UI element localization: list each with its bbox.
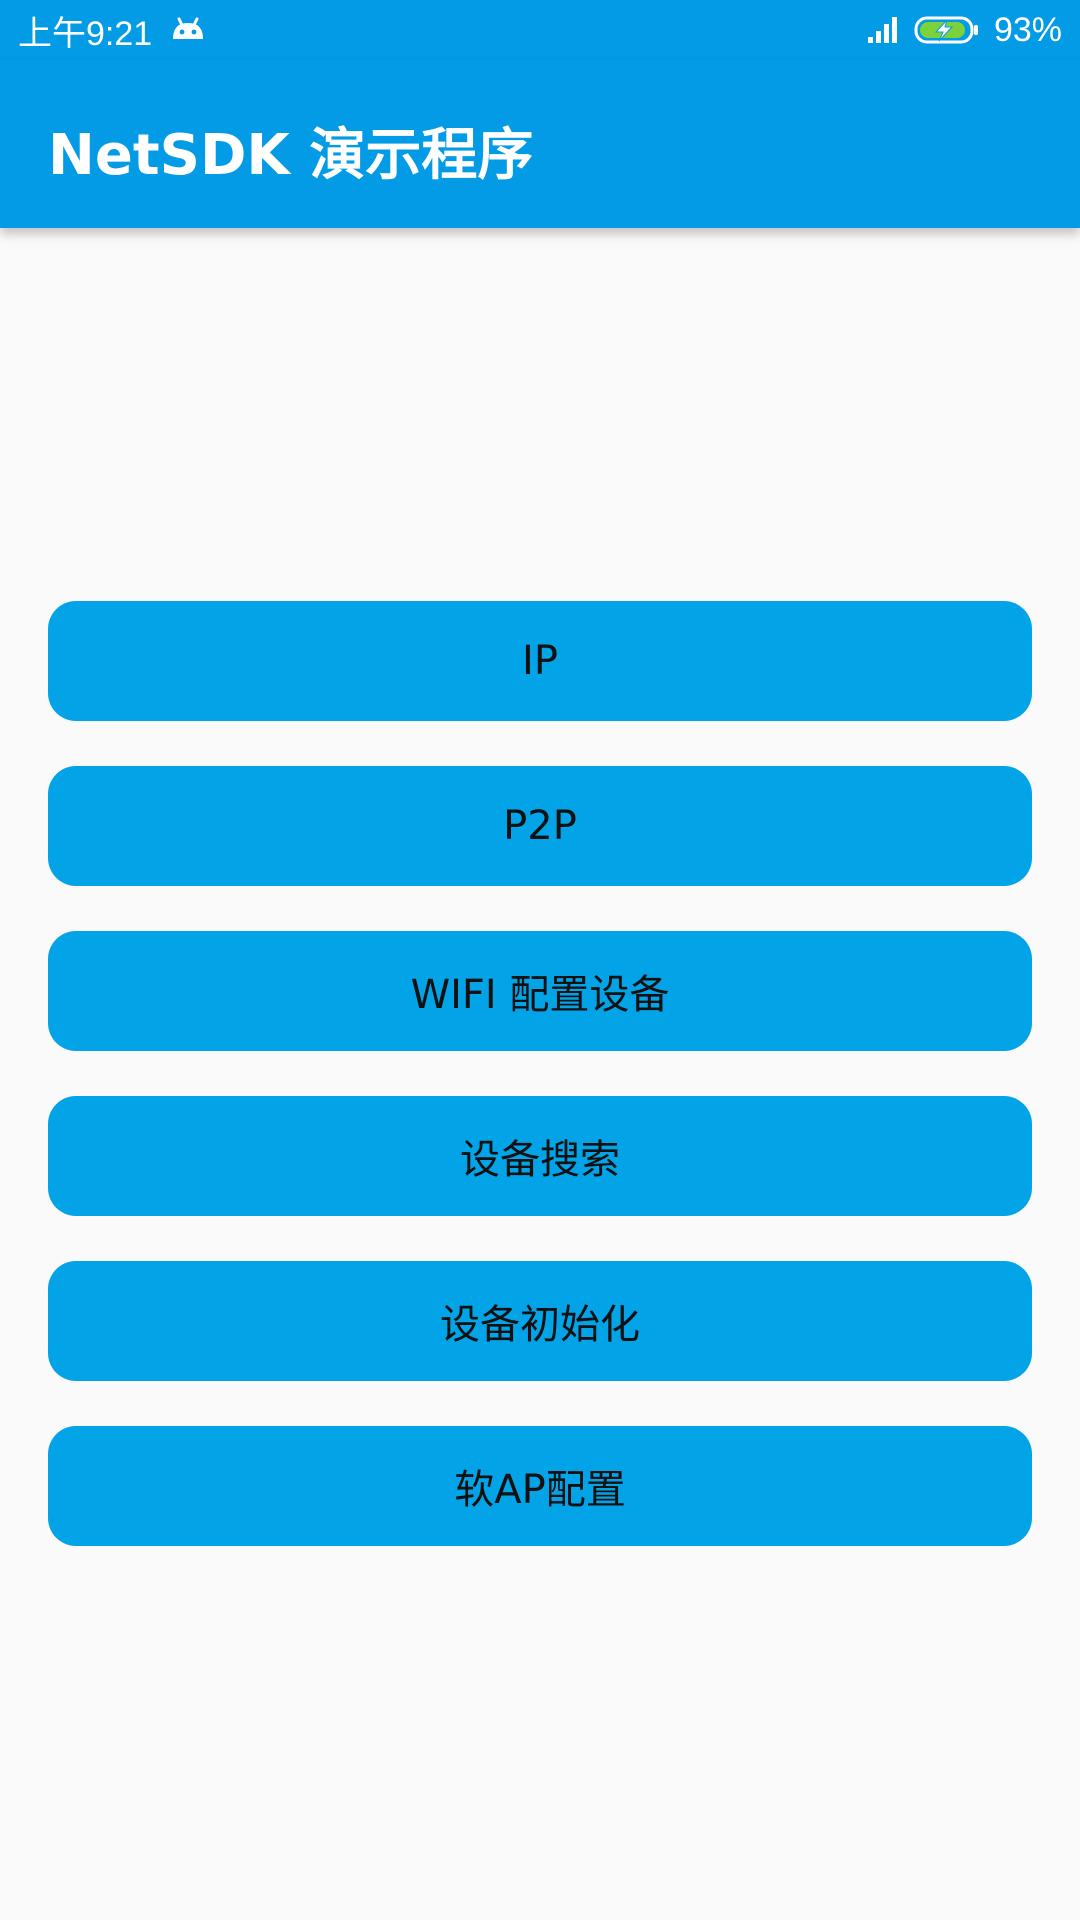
status-right: 93% bbox=[866, 10, 1062, 50]
app-title: NetSDK 演示程序 bbox=[48, 123, 534, 188]
battery-percent: 93% bbox=[993, 10, 1062, 49]
wifi-config-device-button[interactable]: WIFI 配置设备 bbox=[48, 931, 1032, 1051]
soft-ap-config-button[interactable]: 软AP配置 bbox=[48, 1426, 1032, 1546]
signal-icon bbox=[866, 15, 900, 45]
ip-button[interactable]: IP bbox=[48, 601, 1032, 721]
status-left: 上午9:21 bbox=[18, 10, 206, 53]
status-bar: 上午9:21 93% bbox=[0, 0, 1080, 60]
app-bar: NetSDK 演示程序 bbox=[0, 60, 1080, 228]
battery-charging-icon bbox=[914, 15, 980, 45]
device-search-button[interactable]: 设备搜索 bbox=[48, 1096, 1032, 1216]
menu-button-list: IP P2P WIFI 配置设备 设备搜索 设备初始化 软AP配置 bbox=[48, 601, 1032, 1591]
status-time: 上午9:21 bbox=[18, 14, 153, 53]
android-notification-icon bbox=[170, 15, 206, 45]
device-init-button[interactable]: 设备初始化 bbox=[48, 1261, 1032, 1381]
p2p-button[interactable]: P2P bbox=[48, 766, 1032, 886]
